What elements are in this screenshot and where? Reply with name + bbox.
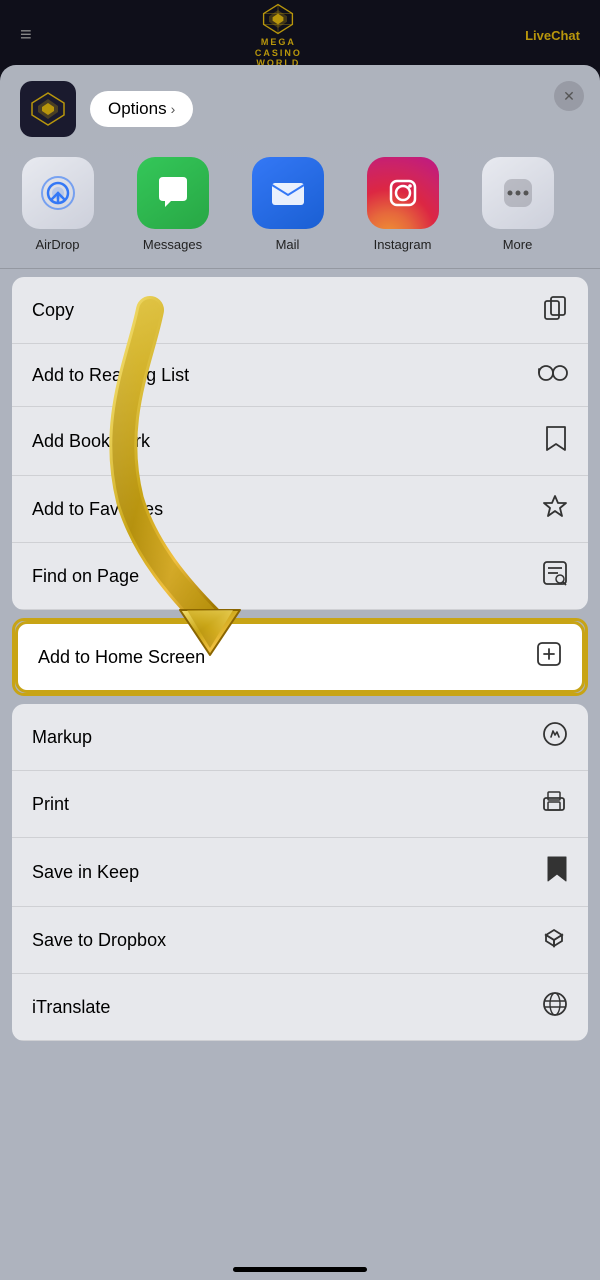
action-print[interactable]: Print (12, 771, 588, 838)
logo-diamond-icon (260, 1, 296, 37)
options-label: Options (108, 99, 167, 119)
airdrop-icon (22, 157, 94, 229)
app-item-airdrop[interactable]: AirDrop (0, 157, 115, 252)
more-label: More (503, 237, 533, 252)
bookmark-open-icon (544, 424, 568, 458)
logo-area: MEGACASINOWORLD (255, 1, 302, 69)
globe-icon (542, 991, 568, 1023)
instagram-icon (367, 157, 439, 229)
action-reading-list[interactable]: Add to Reading List (12, 344, 588, 407)
markup-icon (542, 721, 568, 753)
share-apps-row: AirDrop Messages Mail (0, 149, 600, 268)
instagram-label: Instagram (374, 237, 432, 252)
messages-icon (137, 157, 209, 229)
action-favorites[interactable]: Add to Favorites (12, 476, 588, 543)
airdrop-label: AirDrop (35, 237, 79, 252)
find-on-page-label: Find on Page (32, 566, 139, 587)
more-icon (482, 157, 554, 229)
save-dropbox-label: Save to Dropbox (32, 930, 166, 951)
app-item-messages[interactable]: Messages (115, 157, 230, 252)
action-markup[interactable]: Markup (12, 704, 588, 771)
add-home-screen-label: Add to Home Screen (38, 647, 205, 668)
action-find-on-page[interactable]: Find on Page (12, 543, 588, 610)
action-add-home-screen[interactable]: Add to Home Screen (15, 621, 585, 693)
messages-label: Messages (143, 237, 202, 252)
app-item-more[interactable]: More (460, 157, 575, 252)
close-button[interactable]: ✕ (554, 81, 584, 111)
action-group-1: Copy Add to Reading List Add Bookmark Ad… (12, 277, 588, 610)
markup-label: Markup (32, 727, 92, 748)
mail-label: Mail (276, 237, 300, 252)
action-save-dropbox[interactable]: Save to Dropbox (12, 907, 588, 974)
action-save-keep[interactable]: Save in Keep (12, 838, 588, 907)
copy-icon (542, 294, 568, 326)
favorites-label: Add to Favorites (32, 499, 163, 520)
bookmark-label: Add Bookmark (32, 431, 150, 452)
star-icon (542, 493, 568, 525)
options-button[interactable]: Options › (90, 91, 193, 127)
copy-label: Copy (32, 300, 74, 321)
share-header: Options › ✕ (0, 65, 600, 149)
itranslate-label: iTranslate (32, 997, 110, 1018)
home-indicator (233, 1267, 367, 1272)
close-icon: ✕ (563, 88, 575, 105)
share-sheet: Options › ✕ AirDrop (0, 65, 600, 1280)
app-logo-icon (28, 89, 68, 129)
share-actions: Copy Add to Reading List Add Bookmark Ad… (0, 269, 600, 1259)
glasses-icon (538, 361, 568, 389)
reading-list-label: Add to Reading List (32, 365, 189, 386)
bg-header: ≡ MEGACASINOWORLD LiveChat (0, 0, 600, 70)
save-keep-label: Save in Keep (32, 862, 139, 883)
action-group-highlighted: Add to Home Screen (12, 618, 588, 696)
plus-square-icon (536, 641, 562, 673)
action-itranslate[interactable]: iTranslate (12, 974, 588, 1041)
dropbox-icon (540, 924, 568, 956)
action-copy[interactable]: Copy (12, 277, 588, 344)
hamburger-icon: ≡ (20, 24, 32, 47)
action-bookmark[interactable]: Add Bookmark (12, 407, 588, 476)
mail-icon (252, 157, 324, 229)
print-icon (540, 788, 568, 820)
app-item-instagram[interactable]: Instagram (345, 157, 460, 252)
bookmark-fill-icon (546, 855, 568, 889)
print-label: Print (32, 794, 69, 815)
action-group-2: Markup Print Save in Keep Save to Dropbo… (12, 704, 588, 1041)
chevron-right-icon: › (171, 101, 176, 117)
find-icon (542, 560, 568, 592)
app-item-mail[interactable]: Mail (230, 157, 345, 252)
livechat-icon: LiveChat (525, 28, 580, 43)
share-app-icon (20, 81, 76, 137)
